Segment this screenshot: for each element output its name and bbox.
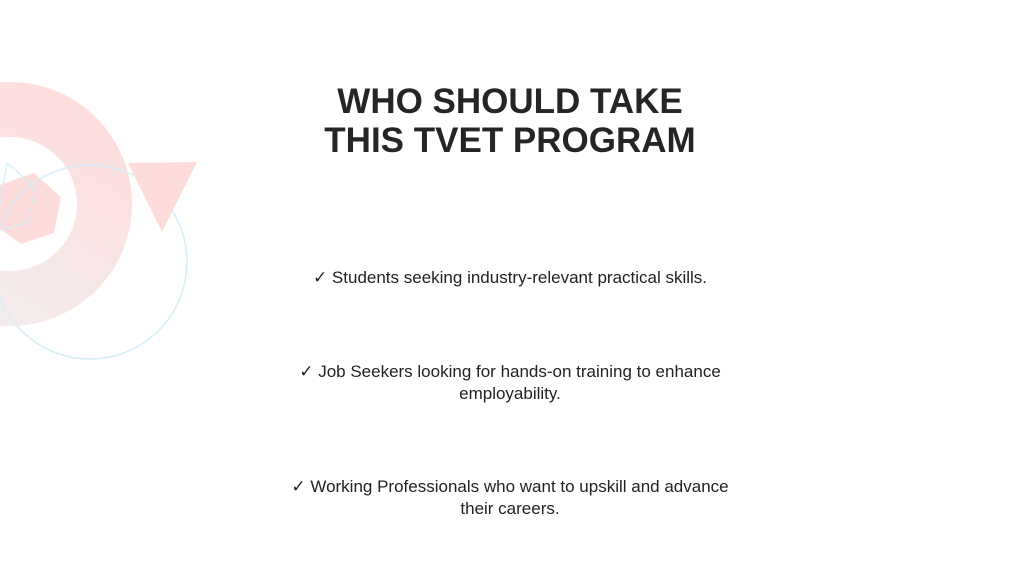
check-icon: ✓	[299, 362, 314, 381]
list-item: ✓ Students seeking industry-relevant pra…	[312, 268, 708, 287]
section-title: WHO SHOULD TAKE THIS TVET PROGRAM	[324, 82, 696, 160]
check-icon: ✓	[291, 477, 306, 496]
decorative-shapes	[0, 82, 197, 360]
list-item: ✓ Job Seekers looking for hands-on train…	[299, 362, 721, 403]
list-item: ✓ Working Professionals who want to upsk…	[291, 477, 729, 518]
check-icon: ✓	[312, 268, 328, 287]
triangle-shape	[128, 162, 197, 232]
